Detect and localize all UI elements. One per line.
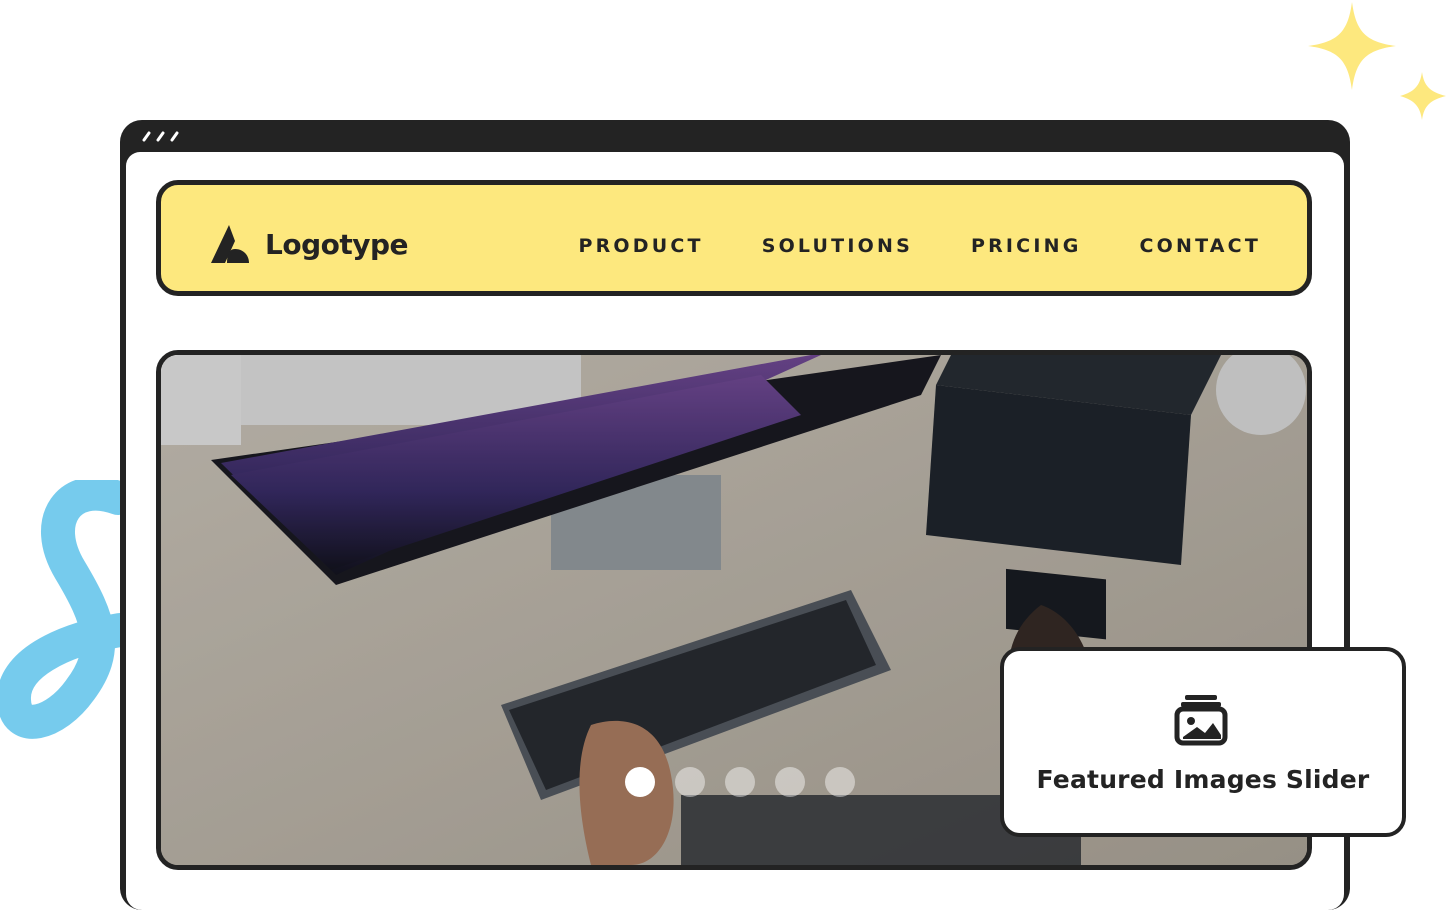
slider-dot-4[interactable] [775,767,805,797]
nav-link-product[interactable]: PRODUCT [578,235,703,257]
nav-link-solutions[interactable]: SOLUTIONS [762,235,913,257]
nav-link-contact[interactable]: CONTACT [1140,235,1262,257]
slider-dot-3[interactable] [725,767,755,797]
slider-dot-1[interactable] [625,767,655,797]
feature-label: Featured Images Slider [1036,765,1370,794]
slider-dot-5[interactable] [825,767,855,797]
logo-text: Logotype [265,227,409,261]
squiggle-decoration [0,480,130,739]
main-nav: PRODUCT SOLUTIONS PRICING CONTACT [520,235,1261,257]
window-controls [140,126,184,146]
slider-dot-2[interactable] [675,767,705,797]
logo[interactable]: Logotype [209,223,409,265]
feature-card: Featured Images Slider [1000,647,1406,837]
slider-pagination [625,767,875,797]
image-gallery-icon [1174,695,1228,746]
nav-link-pricing[interactable]: PRICING [971,235,1082,257]
sparkles-decoration [1308,2,1446,120]
logo-icon [211,225,249,263]
site-header: Logotype PRODUCT SOLUTIONS PRICING CONTA… [156,180,1312,296]
